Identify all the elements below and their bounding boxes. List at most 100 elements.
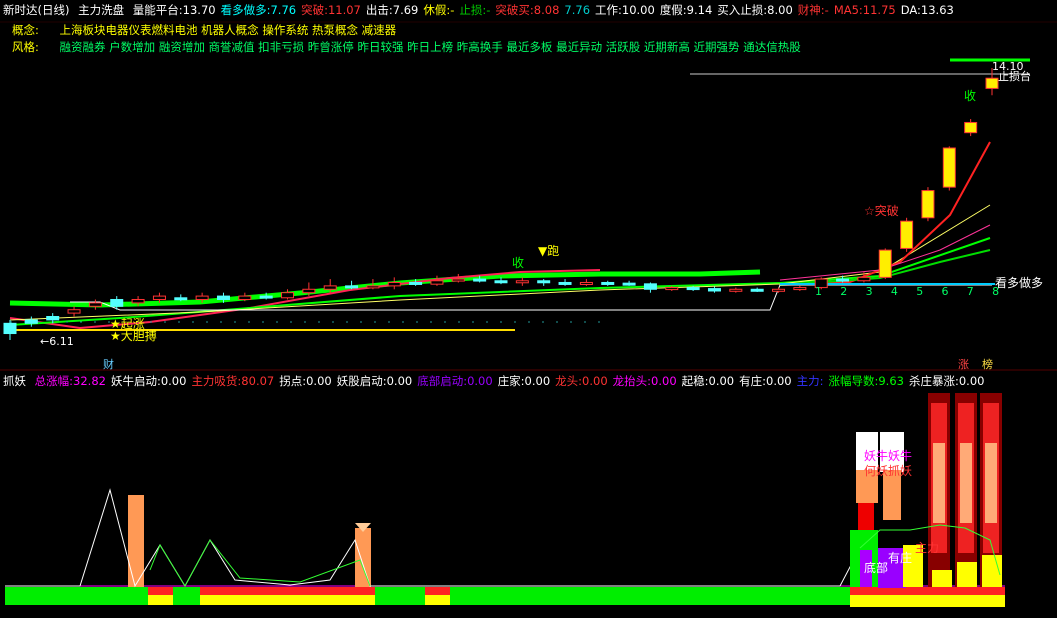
day-number-5: 5 xyxy=(916,285,923,298)
candle-body xyxy=(537,280,551,284)
candle-body xyxy=(686,287,700,291)
sub-header-item-5: 底部启动:0.00 xyxy=(417,374,493,388)
header-item-4: 休假:- xyxy=(423,3,455,17)
candle-body xyxy=(451,278,465,282)
candle-body xyxy=(601,281,615,285)
candle-body xyxy=(494,280,508,284)
orange-bar-0 xyxy=(128,495,144,587)
candle-body xyxy=(772,288,786,292)
pao-label: ▼跑 xyxy=(538,244,559,258)
candle-body xyxy=(409,281,423,285)
candle-body xyxy=(707,288,721,292)
candle-body xyxy=(579,281,593,285)
candle-body xyxy=(985,77,999,89)
candle-body xyxy=(964,121,978,134)
sub-header-item-1: 妖牛启动:0.00 xyxy=(110,374,187,388)
candle-body xyxy=(942,147,956,188)
zhuli-label: 主力 xyxy=(915,541,939,555)
day-number-6: 6 xyxy=(942,285,949,298)
candle-body xyxy=(665,287,679,291)
candle-body xyxy=(900,220,914,249)
sub-header-item-2: 主力吸货:80.07 xyxy=(191,374,275,388)
day-number-7: 7 xyxy=(967,285,974,298)
red-block-1 xyxy=(858,503,874,530)
day-number-4: 4 xyxy=(891,285,898,298)
day-number-1: 1 xyxy=(815,285,822,298)
zhang-label: 涨 xyxy=(958,358,969,371)
dibu-label: 底部 xyxy=(864,560,888,575)
candle-body xyxy=(622,282,636,286)
dadan-label: ★大胆搏 xyxy=(110,329,157,343)
base-yellow-2 xyxy=(200,595,375,605)
shou-label-2: 收 xyxy=(964,89,976,103)
concept-label: 概念: xyxy=(12,23,39,37)
candle-body xyxy=(643,283,657,290)
yaoniu-label: 妖牛妖牛 xyxy=(864,448,912,463)
header-item-7: 7.76 xyxy=(564,3,591,17)
sub-header-item-7: 龙头:0.00 xyxy=(555,374,608,388)
indicator-name[interactable]: 主力洗盘 xyxy=(78,3,124,17)
sub-indicator-name[interactable]: 抓妖 xyxy=(3,374,26,388)
candle-body xyxy=(3,322,17,335)
concept-text: 上海板块电器仪表燃料电池 机器人概念 操作系统 热泵概念 减速器 xyxy=(59,23,397,37)
header-values: 量能平台:13.70 看多做多:7.76 突破:11.07 出击:7.69 休假:- 止损… xyxy=(133,3,959,17)
candle-body xyxy=(878,249,892,278)
header-item-9: 度假:9.14 xyxy=(659,3,713,17)
header-row: 新时达(日线) 主力洗盘 量能平台:13.70 看多做多:7.76 突破:11.07… xyxy=(3,2,964,18)
sub-header-item-11: 主力: xyxy=(796,374,824,388)
chart-canvas: ←6.11 14.10 止损台收收 ▼跑 ☆突破 看多做多 ★起涨 ★大胆搏财涨榜 1 2 3 4 5 6… xyxy=(0,0,1057,618)
header-item-8: 工作:10.00 xyxy=(595,3,655,17)
candle-body xyxy=(323,285,337,290)
base-red-1 xyxy=(148,587,173,595)
sub-header-item-3: 拐点:0.00 xyxy=(279,374,332,388)
sub-header-item-12: 涨幅导数:9.63 xyxy=(828,374,904,388)
candle-body xyxy=(857,276,871,282)
cai-label: 财 xyxy=(103,357,114,371)
candle-body xyxy=(195,295,209,300)
tupo-label: ☆突破 xyxy=(864,203,899,218)
header-item-0: 量能平台:13.70 xyxy=(132,3,216,17)
price-low-label: ←6.11 xyxy=(40,335,74,348)
candle-body xyxy=(836,278,850,282)
header-item-5: 止损:- xyxy=(459,3,491,17)
header-item-13: DA:13.63 xyxy=(900,3,954,17)
sub-header-item-10: 有庄:0.00 xyxy=(739,374,792,388)
base-green-2 xyxy=(173,595,200,605)
sub-header-item-13: 杀庄暴涨:0.00 xyxy=(908,374,985,388)
base-red-3 xyxy=(425,587,450,595)
stock-title[interactable]: 新时达(日线) xyxy=(3,3,69,17)
chart-svg: ←6.1114.10止损台收收▼跑☆突破看多做多★起涨★大胆搏财涨榜1 2 3 4 5 6… xyxy=(0,0,1057,615)
candle-body xyxy=(793,287,807,291)
candle-body xyxy=(46,316,60,321)
candle-body xyxy=(110,298,124,307)
style-label: 风格: xyxy=(12,40,39,54)
candle-body xyxy=(387,281,401,287)
candle-body xyxy=(216,295,230,300)
base-green-3 xyxy=(375,595,425,605)
shou-label-1: 收 xyxy=(512,256,524,270)
header-item-1: 看多做多:7.76 xyxy=(220,3,297,17)
bang-label: 榜 xyxy=(982,357,993,371)
sub-header-row: 抓妖 总涨幅:32.82 妖牛启动:0.00 主力吸货:80.07 拐点:0.00 妖股… xyxy=(3,373,994,389)
base-green-4 xyxy=(450,595,850,605)
orange-bar-1 xyxy=(355,528,371,587)
header-item-10: 买入止损:8.00 xyxy=(717,3,793,17)
youzhuang-label: 有庄 xyxy=(888,550,912,565)
hezhua-label: 何妖抓妖 xyxy=(864,464,912,478)
orange-bar-r-1 xyxy=(960,443,972,523)
candle-body xyxy=(366,285,380,289)
day-number-8: 8 xyxy=(992,285,999,298)
sub-header-item-0: 总涨幅:32.82 xyxy=(34,374,106,388)
candle-body xyxy=(921,190,935,219)
kanduo-label: 看多做多 xyxy=(995,275,1043,290)
base-red-2 xyxy=(200,587,375,595)
header-item-3: 出击:7.69 xyxy=(365,3,419,17)
candle-body xyxy=(729,288,743,292)
sub-header-item-9: 起稳:0.00 xyxy=(681,374,735,388)
concept-row: 概念: 上海板块电器仪表燃料电池 机器人概念 操作系统 热泵概念 减速器 xyxy=(12,22,401,38)
yellow-block-2 xyxy=(932,570,952,587)
candle-body xyxy=(281,292,295,299)
base-yellow-4 xyxy=(850,595,1005,607)
orange-bar-r-2 xyxy=(985,443,997,523)
candle-body xyxy=(430,280,444,285)
